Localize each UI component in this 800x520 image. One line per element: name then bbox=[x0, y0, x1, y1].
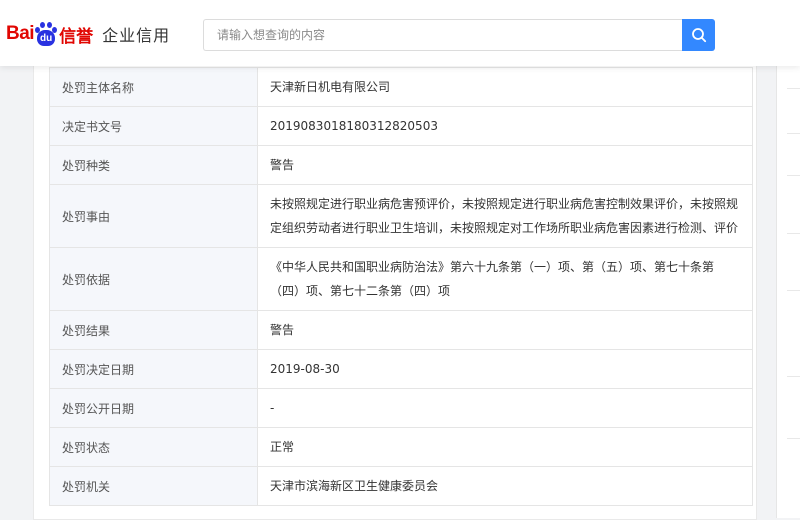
field-value: 2019-08-30 bbox=[257, 349, 753, 389]
field-value: 天津新日机电有限公司 bbox=[257, 67, 753, 107]
field-label: 处罚公开日期 bbox=[49, 388, 258, 428]
table-row: 处罚种类 警告 bbox=[49, 145, 753, 185]
search-button[interactable] bbox=[682, 19, 715, 51]
field-value: 警告 bbox=[257, 310, 753, 350]
field-value: 天津市滨海新区卫生健康委员会 bbox=[257, 466, 753, 506]
table-row: 处罚结果 警告 bbox=[49, 310, 753, 350]
field-label: 处罚依据 bbox=[49, 247, 258, 311]
penalty-detail-card: 处罚主体名称 天津新日机电有限公司 决定书文号 2019083018180312… bbox=[33, 58, 757, 520]
field-value: 《中华人民共和国职业病防治法》第六十九条第（一）项、第（五）项、第七十条第（四）… bbox=[257, 247, 753, 311]
table-row: 决定书文号 20190830181803128205​03 bbox=[49, 106, 753, 146]
table-row: 处罚事由 未按照规定进行职业病危害预评价，未按照规定进行职业病危害控制效果评价，… bbox=[49, 184, 753, 248]
side-divider bbox=[787, 290, 800, 291]
field-label: 决定书文号 bbox=[49, 106, 258, 146]
baidu-paw-icon: du bbox=[34, 21, 58, 47]
table-row: 处罚依据 《中华人民共和国职业病防治法》第六十九条第（一）项、第（五）项、第七十… bbox=[49, 247, 753, 311]
field-value: 正常 bbox=[257, 427, 753, 467]
field-label: 处罚种类 bbox=[49, 145, 258, 185]
field-value: 20190830181803128205​03 bbox=[257, 106, 753, 146]
table-row: 处罚决定日期 2019-08-30 bbox=[49, 349, 753, 389]
field-label: 处罚状态 bbox=[49, 427, 258, 467]
field-value: - bbox=[257, 388, 753, 428]
field-label: 处罚决定日期 bbox=[49, 349, 258, 389]
field-value: 未按照规定进行职业病危害预评价，未按照规定进行职业病危害控制效果评价，未按照规定… bbox=[257, 184, 753, 248]
header: Bai du 信誉 企业信用 bbox=[0, 0, 800, 66]
search-input[interactable] bbox=[203, 19, 683, 51]
field-value: 警告 bbox=[257, 145, 753, 185]
side-divider bbox=[787, 233, 800, 234]
field-label: 处罚事由 bbox=[49, 184, 258, 248]
field-label: 处罚机关 bbox=[49, 466, 258, 506]
field-label: 处罚结果 bbox=[49, 310, 258, 350]
side-divider bbox=[787, 133, 800, 134]
right-side-panel bbox=[776, 58, 800, 518]
side-divider bbox=[787, 438, 800, 439]
table-row: 处罚机关 天津市滨海新区卫生健康委员会 bbox=[49, 466, 753, 506]
side-divider bbox=[787, 175, 800, 176]
table-row: 处罚公开日期 - bbox=[49, 388, 753, 428]
side-divider bbox=[787, 88, 800, 89]
baidu-xinyu-logo[interactable]: Bai du 信誉 企业信用 bbox=[6, 16, 170, 52]
penalty-detail-table: 处罚主体名称 天津新日机电有限公司 决定书文号 2019083018180312… bbox=[49, 67, 753, 506]
side-divider bbox=[787, 376, 800, 377]
table-row: 处罚状态 正常 bbox=[49, 427, 753, 467]
logo-text-du: du bbox=[37, 30, 56, 46]
logo-text-xinyu: 信誉 bbox=[59, 26, 94, 47]
search-icon bbox=[691, 28, 706, 43]
product-name: 企业信用 bbox=[102, 26, 171, 45]
table-row: 处罚主体名称 天津新日机电有限公司 bbox=[49, 67, 753, 107]
logo-text-bai: Bai bbox=[6, 23, 35, 44]
field-label: 处罚主体名称 bbox=[49, 67, 258, 107]
